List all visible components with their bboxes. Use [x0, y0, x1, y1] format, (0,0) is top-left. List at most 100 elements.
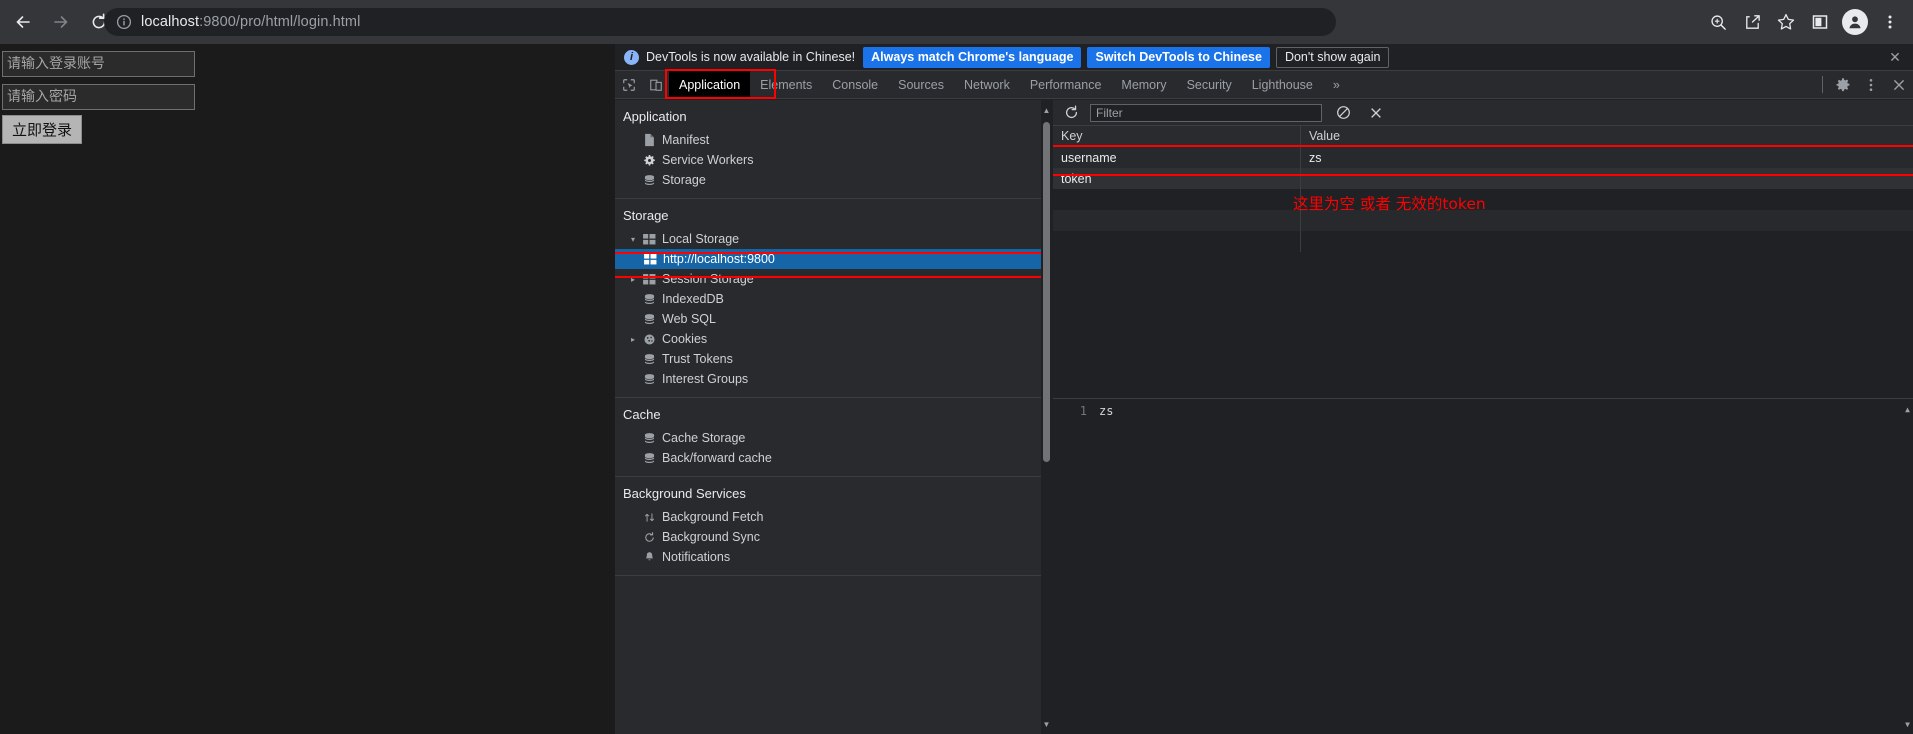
annotation-text: 这里为空 或者 无效的token	[1293, 192, 1486, 214]
table-grid-icon	[643, 234, 662, 245]
sidebar-item-cache-storage[interactable]: Cache Storage	[615, 428, 1052, 448]
share-icon	[1743, 13, 1762, 32]
login-button[interactable]: 立即登录	[2, 115, 82, 144]
tab-application[interactable]: Application	[669, 71, 750, 98]
column-header-key[interactable]: Key	[1053, 126, 1301, 146]
sidebar-item-interest-groups[interactable]: Interest Groups	[615, 369, 1052, 389]
sidebar-item-background-fetch[interactable]: Background Fetch	[615, 507, 1052, 527]
sidebar-item-label: Trust Tokens	[662, 352, 733, 366]
close-icon[interactable]: ✕	[1887, 49, 1903, 65]
scroll-down-arrow-icon[interactable]: ▼	[1903, 717, 1912, 731]
sidebar-item-manifest[interactable]: Manifest	[615, 130, 1052, 150]
filter-input[interactable]	[1090, 104, 1322, 122]
sidebar-item-label: Background Sync	[662, 530, 760, 544]
sidebar-item-label: Interest Groups	[662, 372, 748, 386]
tab-console[interactable]: Console	[822, 71, 888, 98]
chrome-menu-icon	[1881, 13, 1899, 31]
sidebar-item-label: Session Storage	[662, 272, 754, 286]
sidebar-item-storage[interactable]: Storage	[615, 170, 1052, 190]
table-row[interactable]: username zs	[1053, 147, 1913, 168]
browser-toolbar-actions	[1701, 6, 1907, 38]
sidebar-item-indexeddb[interactable]: IndexedDB	[615, 289, 1052, 309]
storage-toolbar	[1053, 100, 1913, 126]
devtools-main: Application Manifest Service Workers	[615, 100, 1913, 734]
profile-button[interactable]	[1842, 9, 1868, 35]
dont-show-again-button[interactable]: Don't show again	[1276, 47, 1390, 68]
sidebar-item-trust-tokens[interactable]: Trust Tokens	[615, 349, 1052, 369]
sidebar-section-storage: Storage ▾ Local Storage http://localhost…	[615, 199, 1052, 398]
sidebar-section-title: Storage	[615, 206, 1052, 229]
url-host: localhost	[141, 14, 199, 30]
inspect-element-icon[interactable]	[615, 71, 642, 98]
table-row-empty[interactable]	[1053, 231, 1913, 252]
side-panel-button[interactable]	[1803, 6, 1837, 38]
chevron-right-icon[interactable]: ▸	[631, 275, 643, 284]
sidebar-item-session-storage[interactable]: ▸ Session Storage	[615, 269, 1052, 289]
tab-performance[interactable]: Performance	[1020, 71, 1112, 98]
sidebar-item-label: Local Storage	[662, 232, 739, 246]
tab-sources[interactable]: Sources	[888, 71, 954, 98]
sidebar-section-background-services: Background Services Background Fetch Bac…	[615, 477, 1052, 576]
sidebar-item-service-workers[interactable]: Service Workers	[615, 150, 1052, 170]
sidebar-section-title: Application	[615, 107, 1052, 130]
more-tabs-button[interactable]: »	[1323, 71, 1350, 98]
sidebar-item-background-sync[interactable]: Background Sync	[615, 527, 1052, 547]
table-header-row: Key Value	[1053, 126, 1913, 147]
bookmark-button[interactable]	[1769, 6, 1803, 38]
scroll-down-arrow-icon[interactable]: ▼	[1042, 717, 1051, 731]
sidebar-item-localhost-9800[interactable]: http://localhost:9800	[615, 249, 1052, 269]
refresh-icon[interactable]	[1059, 103, 1083, 123]
database-icon	[643, 353, 662, 366]
site-info-icon[interactable]	[116, 14, 132, 30]
chevron-right-icon[interactable]: ▸	[631, 335, 643, 344]
share-button[interactable]	[1735, 6, 1769, 38]
delete-x-icon[interactable]	[1364, 103, 1388, 123]
local-storage-table[interactable]: Key Value username zs token	[1053, 126, 1913, 398]
sidebar-section-cache: Cache Cache Storage Back/forward cache	[615, 398, 1052, 477]
tab-lighthouse[interactable]: Lighthouse	[1242, 71, 1323, 98]
sidebar-item-web-sql[interactable]: Web SQL	[615, 309, 1052, 329]
application-sidebar[interactable]: Application Manifest Service Workers	[615, 100, 1053, 734]
sidebar-item-notifications[interactable]: Notifications	[615, 547, 1052, 567]
settings-gear-icon[interactable]	[1829, 71, 1857, 99]
row-key[interactable]: username	[1053, 147, 1301, 168]
back-button[interactable]	[8, 7, 38, 37]
address-bar[interactable]: localhost:9800/pro/html/login.html	[104, 8, 1336, 36]
zoom-button[interactable]	[1701, 6, 1735, 38]
sidebar-item-label: Service Workers	[662, 153, 753, 167]
no-entry-clear-icon[interactable]	[1331, 103, 1355, 123]
sidebar-item-label: IndexedDB	[662, 292, 724, 306]
column-header-value[interactable]: Value	[1301, 129, 1913, 143]
always-match-chrome-language-button[interactable]: Always match Chrome's language	[863, 47, 1081, 68]
chrome-menu-button[interactable]	[1873, 6, 1907, 38]
database-icon	[643, 293, 662, 306]
database-icon	[643, 174, 662, 187]
tab-network[interactable]: Network	[954, 71, 1020, 98]
row-value[interactable]: zs	[1301, 151, 1913, 165]
row-key-empty	[1053, 231, 1301, 252]
sidebar-item-back-forward-cache[interactable]: Back/forward cache	[615, 448, 1052, 468]
sidebar-item-local-storage[interactable]: ▾ Local Storage	[615, 229, 1052, 249]
devtools-menu-icon[interactable]	[1857, 71, 1885, 99]
row-key-empty	[1053, 210, 1301, 231]
chevron-down-icon[interactable]: ▾	[631, 235, 643, 244]
row-key-empty	[1053, 189, 1301, 210]
row-key[interactable]: token	[1053, 168, 1301, 189]
tab-security[interactable]: Security	[1177, 71, 1242, 98]
device-toolbar-icon[interactable]	[642, 71, 669, 98]
username-input[interactable]	[2, 51, 195, 77]
sync-icon	[643, 531, 662, 544]
scroll-up-arrow-icon[interactable]: ▲	[1903, 402, 1912, 416]
switch-devtools-to-chinese-button[interactable]: Switch DevTools to Chinese	[1087, 47, 1269, 68]
tab-elements[interactable]: Elements	[750, 71, 822, 98]
sidebar-scrollbar[interactable]: ▲ ▼	[1041, 100, 1052, 734]
table-row[interactable]: token	[1053, 168, 1913, 189]
tab-memory[interactable]: Memory	[1111, 71, 1176, 98]
sidebar-scroll-thumb[interactable]	[1043, 122, 1050, 462]
close-devtools-icon[interactable]	[1885, 71, 1913, 99]
preview-scrollbar[interactable]: ▲ ▼	[1902, 399, 1913, 734]
password-input[interactable]	[2, 84, 195, 110]
scroll-up-arrow-icon[interactable]: ▲	[1042, 103, 1051, 117]
forward-button[interactable]	[46, 7, 76, 37]
sidebar-item-cookies[interactable]: ▸ Cookies	[615, 329, 1052, 349]
